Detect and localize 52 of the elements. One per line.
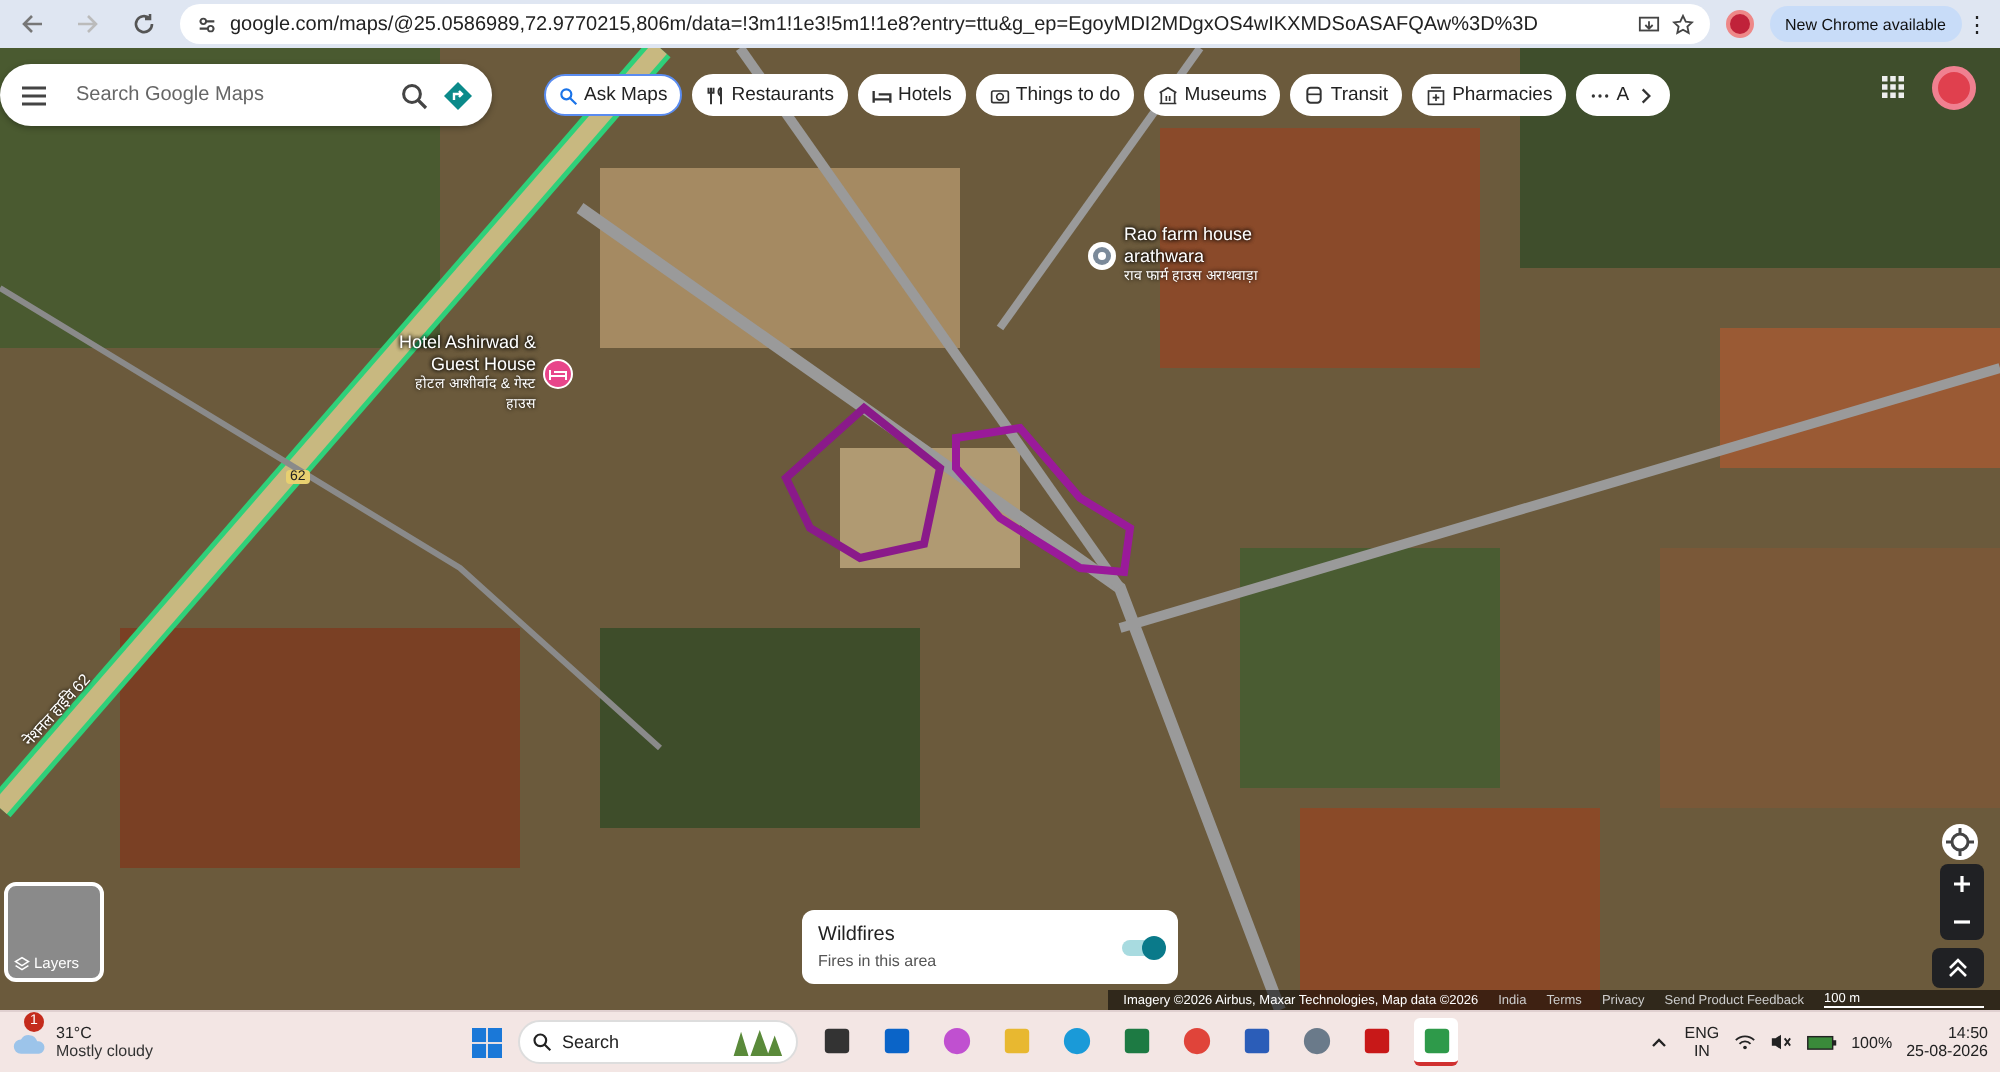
wildfires-toggle[interactable] <box>1122 939 1162 955</box>
battery-percent: 100% <box>1851 1033 1893 1051</box>
battery-icon[interactable] <box>1805 1032 1838 1052</box>
windows-start-icon[interactable] <box>472 1027 502 1057</box>
reload-icon[interactable] <box>132 12 156 36</box>
fork-knife-icon <box>705 85 726 105</box>
taskbar-app-icon[interactable] <box>1414 1018 1458 1066</box>
expand-chevrons-icon[interactable] <box>1932 948 1984 988</box>
speaker-muted-icon[interactable] <box>1769 1032 1792 1052</box>
place-pin-icon[interactable] <box>1086 240 1118 273</box>
zoom-in-icon[interactable] <box>1952 873 1972 893</box>
category-chip[interactable]: Pharmacies <box>1412 74 1567 116</box>
layers-icon <box>14 956 30 972</box>
taskbar-search-field[interactable]: Search <box>518 1020 798 1064</box>
category-chip[interactable]: Museums <box>1144 74 1281 116</box>
camera-icon <box>989 85 1010 105</box>
trees-icon <box>728 1027 784 1057</box>
cloud-icon[interactable] <box>12 1029 48 1055</box>
location-icon[interactable] <box>1942 824 1978 860</box>
back-icon[interactable] <box>20 12 44 36</box>
browser-menu-icon[interactable]: ⋮ <box>1966 11 1988 37</box>
update-chrome-button[interactable]: New Chrome available <box>1769 6 1962 42</box>
category-chip[interactable]: Things to do <box>975 74 1135 116</box>
museum-icon <box>1158 85 1179 105</box>
apps-grid-icon[interactable] <box>1882 76 1904 98</box>
card-title: Wildfires <box>818 924 897 946</box>
card-subtitle: Fires in this area <box>818 952 939 970</box>
place-label[interactable]: Rao farm house arathwara <box>1124 224 1272 268</box>
search-icon <box>532 1032 552 1052</box>
search-icon[interactable] <box>400 81 428 109</box>
url-text: google.com/maps/@25.0586989,72.9770215,806m/data=!3m1!1e3!5m1!1e8?entry=ttu&g_ep=EgoyMDI2MDgxOS4wIKXMDSoASAFQAw%3D%3D <box>230 13 1538 35</box>
search-input[interactable]: Search Google Maps <box>64 84 384 106</box>
temperature-text: 31°C <box>56 1024 94 1042</box>
bookmark-star-icon[interactable] <box>1671 13 1694 35</box>
wifi-icon[interactable] <box>1733 1032 1756 1052</box>
category-chip[interactable]: A <box>1576 74 1670 116</box>
category-chip[interactable]: Transit <box>1290 74 1403 116</box>
profile-avatar[interactable] <box>1725 10 1754 38</box>
address-bar[interactable]: google.com/maps/@25.0586989,72.9770215,806m/data=!3m1!1e3!5m1!1e8?entry=ttu&g_ep=EgoyMDI2MDgxOS4wIKXMDSoASAFQAw%3D%3D <box>180 4 1710 44</box>
category-chip[interactable]: Restaurants <box>691 74 848 116</box>
menu-icon[interactable] <box>20 81 48 109</box>
bed-icon <box>871 85 892 105</box>
pharmacy-icon <box>1426 85 1447 105</box>
site-settings-icon[interactable] <box>196 13 218 35</box>
weather-text: Mostly cloudy <box>56 1042 153 1060</box>
clock[interactable]: 14:50 25-08-2026 <box>1906 1024 1988 1060</box>
language-indicator[interactable]: ENG IN <box>1684 1024 1720 1060</box>
category-chip[interactable]: Ask Maps <box>544 74 682 116</box>
category-chip[interactable]: Hotels <box>857 74 966 116</box>
install-app-icon[interactable] <box>1637 13 1660 35</box>
directions-icon[interactable] <box>444 81 472 109</box>
hotel-pin-icon[interactable] <box>542 358 574 391</box>
